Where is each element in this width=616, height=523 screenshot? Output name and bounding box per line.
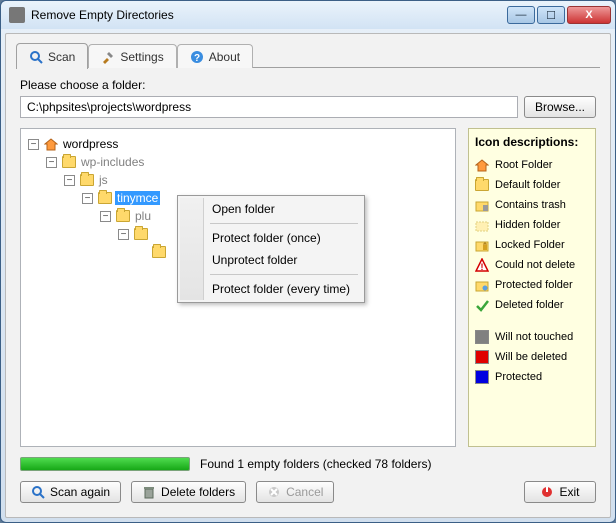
status-row: Found 1 empty folders (checked 78 folder… xyxy=(20,457,596,471)
tree-node-label: js xyxy=(97,173,110,187)
folder-protected-icon xyxy=(475,278,489,292)
home-icon xyxy=(44,137,58,151)
scan-again-button[interactable]: Scan again xyxy=(20,481,121,503)
cancel-button: Cancel xyxy=(256,481,334,503)
tab-about[interactable]: ? About xyxy=(177,44,253,68)
folder-icon xyxy=(152,246,166,258)
tree-node[interactable]: − wp-includes xyxy=(25,153,451,171)
maximize-button[interactable]: ☐ xyxy=(537,6,565,24)
legend-item: Default folder xyxy=(475,175,589,195)
folder-tree[interactable]: − wordpress − wp-includes xyxy=(20,128,456,447)
legend-item: Deleted folder xyxy=(475,295,589,315)
search-icon xyxy=(29,50,43,64)
legend-item: ! Could not delete xyxy=(475,255,589,275)
tab-about-label: About xyxy=(209,50,240,64)
tools-icon xyxy=(101,50,115,64)
legend-item: Contains trash xyxy=(475,195,589,215)
search-icon xyxy=(31,485,45,499)
progress-bar xyxy=(20,457,190,471)
home-icon xyxy=(475,158,489,172)
window-title: Remove Empty Directories xyxy=(31,8,501,22)
tree-node-label: wp-includes xyxy=(79,155,146,169)
tab-scan-label: Scan xyxy=(48,50,75,64)
collapse-icon[interactable]: − xyxy=(100,211,111,222)
folder-icon xyxy=(62,156,76,168)
button-row: Scan again Delete folders Cancel Exit xyxy=(20,481,596,503)
power-icon xyxy=(540,485,554,499)
client-area: Scan Settings ? About Please choose a fo… xyxy=(5,33,611,518)
collapse-icon[interactable]: − xyxy=(82,193,93,204)
tab-scan[interactable]: Scan xyxy=(16,43,88,69)
exit-button[interactable]: Exit xyxy=(524,481,596,503)
status-text: Found 1 empty folders (checked 78 folder… xyxy=(200,457,431,471)
tree-node-label: tinymce xyxy=(115,191,160,205)
folder-icon xyxy=(134,228,148,240)
browse-button[interactable]: Browse... xyxy=(524,96,596,118)
window-controls: — ☐ X xyxy=(507,6,611,24)
check-icon xyxy=(475,298,489,312)
delete-folders-button[interactable]: Delete folders xyxy=(131,481,246,503)
legend-item: Will not touched xyxy=(475,327,589,347)
collapse-icon[interactable]: − xyxy=(28,139,39,150)
tab-strip: Scan Settings ? About xyxy=(16,42,600,68)
tree-node-label: wordpress xyxy=(61,137,120,151)
legend-item: Locked Folder xyxy=(475,235,589,255)
legend-item: Protected folder xyxy=(475,275,589,295)
legend-item: Will be deleted xyxy=(475,347,589,367)
svg-text:!: ! xyxy=(481,262,484,272)
legend-title: Icon descriptions: xyxy=(475,135,589,149)
help-icon: ? xyxy=(190,50,204,64)
app-window: Remove Empty Directories — ☐ X Scan Sett… xyxy=(0,0,616,523)
legend-item: Root Folder xyxy=(475,155,589,175)
tab-settings[interactable]: Settings xyxy=(88,44,176,68)
svg-text:?: ? xyxy=(194,53,200,64)
warning-icon: ! xyxy=(475,258,489,272)
blue-square-icon xyxy=(475,370,489,384)
titlebar[interactable]: Remove Empty Directories — ☐ X xyxy=(1,1,615,29)
legend-item: Protected xyxy=(475,367,589,387)
legend-item: Hidden folder xyxy=(475,215,589,235)
close-button[interactable]: X xyxy=(567,6,611,24)
folder-icon xyxy=(80,174,94,186)
folder-hidden-icon xyxy=(475,218,489,232)
ctx-unprotect[interactable]: Unprotect folder xyxy=(180,249,362,271)
folder-locked-icon xyxy=(475,238,489,252)
ctx-protect-every[interactable]: Protect folder (every time) xyxy=(180,278,362,300)
tab-settings-label: Settings xyxy=(120,50,163,64)
cancel-icon xyxy=(267,485,281,499)
collapse-icon[interactable]: − xyxy=(118,229,129,240)
collapse-icon[interactable]: − xyxy=(46,157,57,168)
choose-folder-label: Please choose a folder: xyxy=(20,78,596,92)
app-icon xyxy=(9,7,25,23)
separator xyxy=(210,274,358,275)
separator xyxy=(210,223,358,224)
folder-icon xyxy=(475,179,489,191)
folder-icon xyxy=(98,192,112,204)
ctx-open-folder[interactable]: Open folder xyxy=(180,198,362,220)
minimize-button[interactable]: — xyxy=(507,6,535,24)
context-menu: Open folder Protect folder (once) Unprot… xyxy=(177,195,365,303)
collapse-icon[interactable]: − xyxy=(64,175,75,186)
path-row: Browse... xyxy=(20,96,596,118)
tree-node[interactable]: − js xyxy=(25,171,451,189)
tab-body-scan: Please choose a folder: Browse... − wo xyxy=(16,68,600,507)
folder-icon xyxy=(116,210,130,222)
trash-icon xyxy=(142,485,156,499)
tree-node-label: plu xyxy=(133,209,153,223)
ctx-protect-once[interactable]: Protect folder (once) xyxy=(180,227,362,249)
main-row: − wordpress − wp-includes xyxy=(20,128,596,447)
folder-path-input[interactable] xyxy=(20,96,518,118)
tree-node-root[interactable]: − wordpress xyxy=(25,135,451,153)
folder-trash-icon xyxy=(475,198,489,212)
red-square-icon xyxy=(475,350,489,364)
gray-square-icon xyxy=(475,330,489,344)
legend-panel: Icon descriptions: Root Folder Default f… xyxy=(468,128,596,447)
